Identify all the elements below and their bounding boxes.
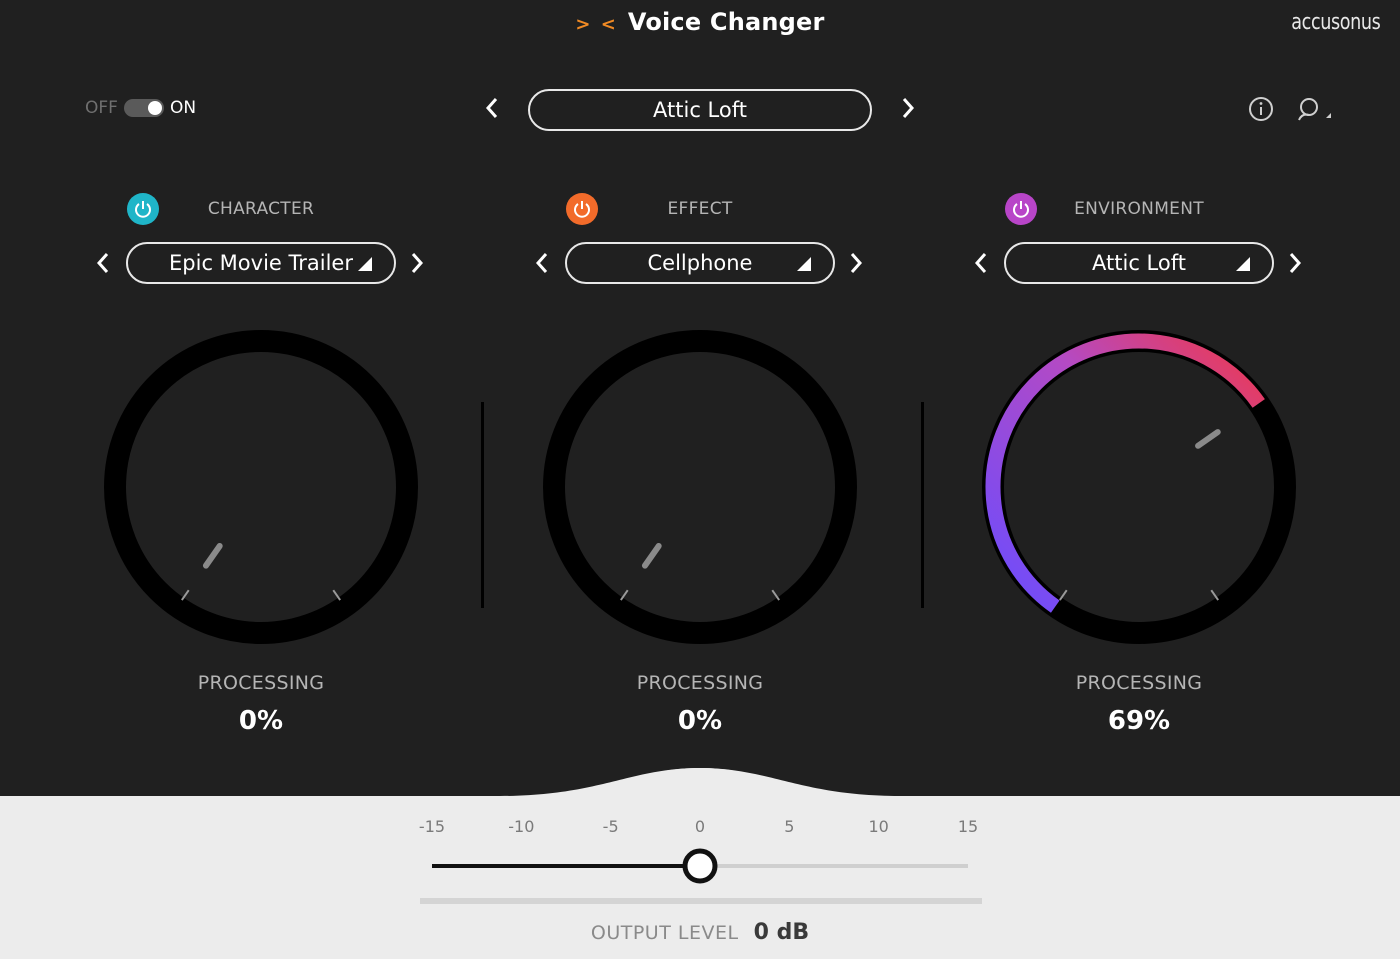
knob-min-tick bbox=[181, 589, 190, 601]
selection-value: Cellphone bbox=[647, 251, 753, 275]
toggle-switch[interactable] bbox=[123, 99, 164, 117]
output-panel-bump bbox=[0, 768, 1400, 800]
selection-next-icon[interactable] bbox=[409, 250, 425, 280]
processing-knob[interactable] bbox=[91, 317, 431, 657]
knob-ring[interactable] bbox=[543, 330, 857, 644]
processing-knob[interactable] bbox=[969, 317, 1309, 657]
power-icon[interactable] bbox=[127, 193, 159, 225]
processing-value: 0% bbox=[677, 706, 723, 736]
selection-dropdown[interactable]: Cellphone bbox=[565, 242, 835, 284]
output-tick-label: 15 bbox=[957, 817, 979, 836]
power-icon[interactable] bbox=[1005, 193, 1037, 225]
selection-dropdown[interactable]: Epic Movie Trailer bbox=[126, 242, 396, 284]
preset-next-icon[interactable] bbox=[900, 95, 916, 126]
preset-name-field[interactable]: Attic Loft bbox=[528, 89, 872, 131]
preset-prev-icon[interactable] bbox=[484, 95, 500, 126]
knob-max-tick bbox=[771, 589, 780, 601]
knob-pointer bbox=[1195, 429, 1221, 449]
slider-thumb[interactable] bbox=[682, 848, 718, 884]
app-title-text: Voice Changer bbox=[627, 8, 825, 36]
knob-ring[interactable] bbox=[104, 330, 418, 644]
voice-changer-logo-icon: > < bbox=[575, 14, 618, 35]
processing-label: PROCESSING bbox=[636, 672, 764, 694]
knob-min-tick bbox=[620, 589, 629, 601]
processing-value: 69% bbox=[1107, 706, 1171, 736]
processing-label: PROCESSING bbox=[197, 672, 325, 694]
user-account-icon[interactable] bbox=[1296, 96, 1334, 126]
dropdown-triangle-icon bbox=[797, 257, 811, 271]
module-divider bbox=[921, 402, 924, 608]
info-icon[interactable] bbox=[1248, 96, 1274, 126]
selection-next-icon[interactable] bbox=[848, 250, 864, 280]
output-level-label: OUTPUT LEVEL bbox=[590, 922, 739, 944]
processing-label: PROCESSING bbox=[1075, 672, 1203, 694]
selection-prev-icon[interactable] bbox=[95, 250, 111, 280]
selection-value: Epic Movie Trailer bbox=[169, 251, 353, 275]
output-level-value: 0 dB bbox=[753, 920, 810, 945]
output-tick-label: -10 bbox=[508, 817, 535, 836]
bypass-toggle[interactable]: OFF ON bbox=[85, 98, 196, 118]
selection-next-icon[interactable] bbox=[1287, 250, 1303, 280]
selection-prev-icon[interactable] bbox=[973, 250, 989, 280]
toggle-knob bbox=[147, 101, 162, 115]
toggle-off-label: OFF bbox=[85, 98, 118, 118]
knob-max-tick bbox=[332, 589, 341, 601]
output-tick-label: 0 bbox=[694, 817, 706, 836]
dropdown-triangle-icon bbox=[1236, 257, 1250, 271]
knob-pointer bbox=[641, 542, 662, 569]
knob-pointer bbox=[202, 542, 223, 569]
knob-min-tick bbox=[1059, 589, 1068, 601]
output-tick-label: 10 bbox=[868, 817, 889, 836]
output-tick-label: -5 bbox=[602, 817, 619, 836]
brand-logo: accusonus bbox=[1290, 10, 1381, 35]
power-icon[interactable] bbox=[566, 193, 598, 225]
processing-arc bbox=[985, 333, 1265, 613]
dropdown-triangle-icon bbox=[358, 257, 372, 271]
output-tick-label: 5 bbox=[784, 817, 795, 836]
module-divider bbox=[481, 402, 484, 608]
selection-dropdown[interactable]: Attic Loft bbox=[1004, 242, 1274, 284]
processing-value: 0% bbox=[238, 706, 284, 736]
output-level-slider[interactable] bbox=[420, 846, 990, 910]
selection-prev-icon[interactable] bbox=[534, 250, 550, 280]
knob-max-tick bbox=[1210, 589, 1219, 601]
selection-value: Attic Loft bbox=[1092, 251, 1186, 275]
module-label: EFFECT bbox=[667, 199, 733, 219]
slider-underline bbox=[420, 898, 982, 904]
app-title: > < Voice Changer bbox=[0, 8, 1400, 36]
output-tick-label: -15 bbox=[418, 817, 446, 836]
toggle-on-label: ON bbox=[169, 98, 197, 118]
output-level-readout: OUTPUT LEVEL 0 dB bbox=[0, 920, 1400, 945]
processing-knob[interactable] bbox=[530, 317, 870, 657]
module-label: ENVIRONMENT bbox=[1074, 199, 1204, 219]
module-label: CHARACTER bbox=[207, 199, 315, 219]
